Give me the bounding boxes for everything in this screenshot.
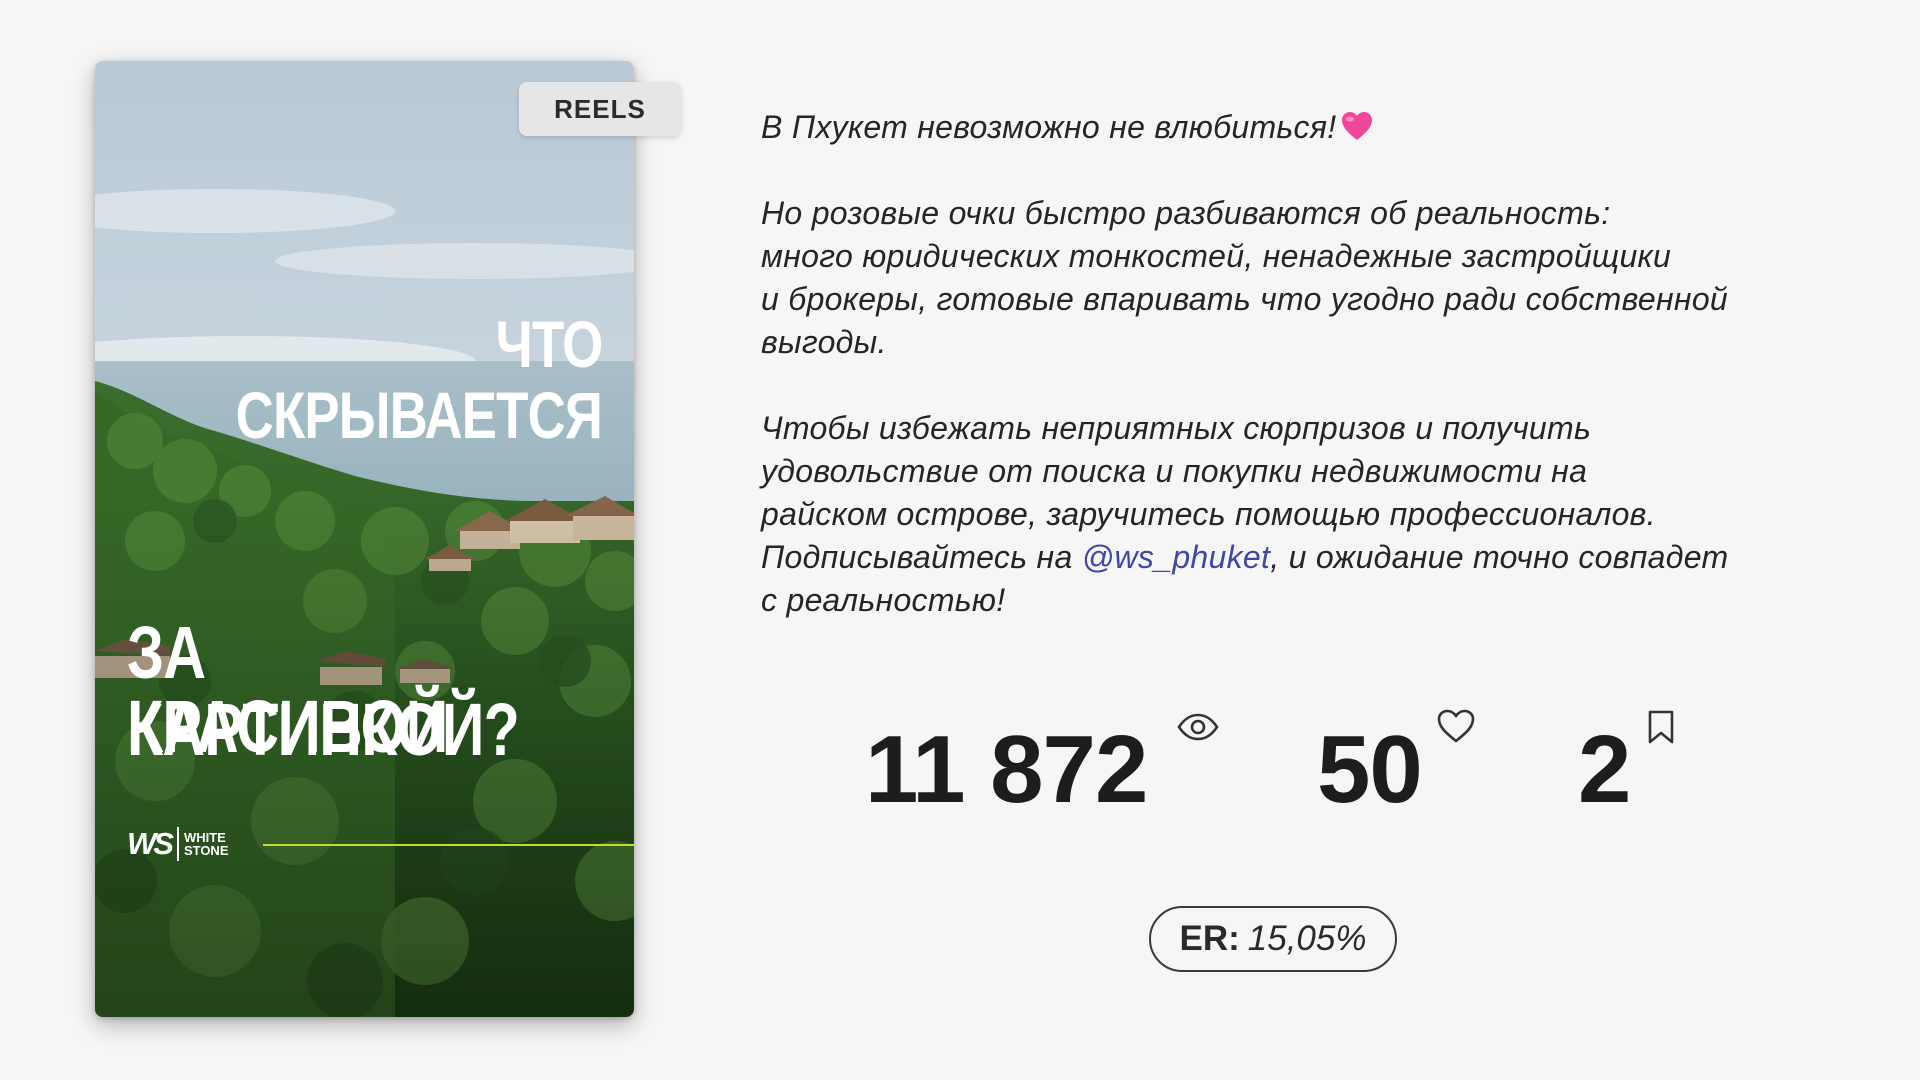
caption-line: много юридических тонкостей, ненадежные … — [761, 238, 1672, 274]
brand-name: WHITE STONE — [179, 831, 229, 857]
reel-cover-image — [95, 61, 634, 1017]
mention-link[interactable]: @ws_phuket — [1082, 539, 1270, 575]
caption-paragraph-2: Но розовые очки быстро разбиваются об ре… — [761, 192, 1821, 364]
caption-line: выгоды. — [761, 324, 887, 360]
caption-text: Подписывайтесь на — [761, 539, 1082, 575]
caption-text: , и ожидание точно совпадет — [1270, 539, 1729, 575]
caption-line: райском острове, заручитесь помощью проф… — [761, 496, 1656, 532]
engagement-rate-badge: ER: 15,05% — [1149, 906, 1397, 972]
pink-heart-emoji-icon — [1342, 112, 1373, 140]
caption-line: удовольствие от поиска и покупки недвижи… — [761, 453, 1588, 489]
reel-preview-card[interactable]: ЧТО СКРЫВАЕТСЯ ЗА КРАСИВОЙ КАРТИНКОЙ? WS… — [95, 61, 634, 1017]
er-value: 15,05% — [1247, 919, 1367, 958]
caption-line: с реальностью! — [761, 582, 1006, 618]
caption-line: Чтобы избежать неприятных сюрпризов и по… — [761, 410, 1592, 446]
eye-icon — [1177, 713, 1219, 741]
caption-line: Но розовые очки быстро разбиваются об ре… — [761, 195, 1611, 231]
bookmark-icon — [1648, 710, 1674, 744]
reels-badge: REELS — [519, 82, 681, 136]
caption-paragraph-1: В Пхукет невозможно не влюбиться! — [761, 106, 1821, 149]
brand-name-line-2: STONE — [183, 843, 229, 858]
reel-title-line-1: ЧТО — [495, 307, 603, 381]
caption-intro: В Пхукет невозможно не влюбиться! — [761, 109, 1337, 145]
likes-count: 50 — [1317, 716, 1423, 823]
brand-logo: WS WHITE STONE — [127, 826, 229, 862]
caption-line-with-mention: Подписывайтесь на @ws_phuket, и ожидание… — [761, 536, 1821, 579]
reel-title-line-4: КАРТИНКОЙ? — [127, 688, 520, 771]
heart-icon — [1437, 709, 1475, 743]
brand-mark: WS — [127, 827, 179, 861]
reel-title-line-2: СКРЫВАЕТСЯ — [235, 378, 603, 452]
brand-accent-line — [263, 844, 634, 846]
er-label: ER: — [1179, 919, 1240, 958]
post-caption: В Пхукет невозможно не влюбиться! Но роз… — [761, 106, 1821, 622]
saves-count: 2 — [1578, 716, 1631, 823]
caption-line: и брокеры, готовые впаривать что угодно … — [761, 281, 1729, 317]
views-count: 11 872 — [865, 716, 1148, 823]
caption-paragraph-3: Чтобы избежать неприятных сюрпризов и по… — [761, 407, 1821, 622]
